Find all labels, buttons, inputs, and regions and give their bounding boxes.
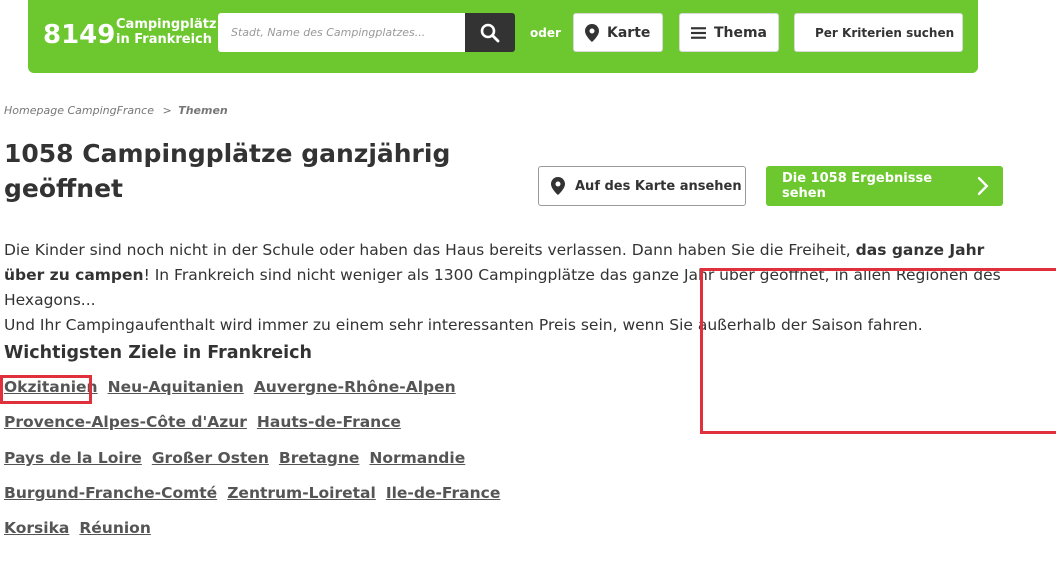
view-on-map-label: Auf des Karte ansehen <box>575 178 742 194</box>
region-link-normandie[interactable]: Normandie <box>369 449 465 467</box>
criteria-search-button[interactable]: Per Kriterien suchen <box>794 13 963 52</box>
map-button-label: Karte <box>607 24 651 41</box>
region-link-neu-aquitanien[interactable]: Neu-Aquitanien <box>108 378 244 396</box>
campsite-count-label: Campingplätz in Frankreich <box>116 17 217 47</box>
map-button[interactable]: Karte <box>573 13 663 52</box>
region-link-korsika[interactable]: Korsika <box>4 519 69 537</box>
map-pin-icon <box>585 23 599 42</box>
map-pin-icon <box>551 177 565 195</box>
breadcrumb-separator: > <box>162 104 172 117</box>
region-link-burgund[interactable]: Burgund-Franche-Comté <box>4 484 217 502</box>
destinations-row: Provence-Alpes-Côte d'Azur Hauts-de-Fran… <box>4 413 401 431</box>
see-results-label: Die 1058 Ergebnisse sehen <box>782 171 933 201</box>
search-input[interactable] <box>218 13 466 52</box>
header-search-bar: 8149 Campingplätz in Frankreich oder Kar… <box>28 0 978 73</box>
region-link-auvergne-rhone-alpen[interactable]: Auvergne-Rhône-Alpen <box>254 378 456 396</box>
destinations-row: Burgund-Franche-Comté Zentrum-Loiretal I… <box>4 484 500 502</box>
campsite-count: 8149 <box>43 20 116 50</box>
breadcrumb-current: Themen <box>178 104 228 117</box>
chevron-right-icon <box>977 176 989 196</box>
theme-button[interactable]: Thema <box>679 13 779 52</box>
intro-text: Die Kinder sind noch nicht in der Schule… <box>4 241 1001 334</box>
region-link-provence[interactable]: Provence-Alpes-Côte d'Azur <box>4 413 247 431</box>
search-icon <box>480 23 500 42</box>
search-button[interactable] <box>465 13 515 52</box>
see-results-button[interactable]: Die 1058 Ergebnisse sehen <box>766 166 1003 206</box>
breadcrumb-home-link[interactable]: Homepage CampingFrance <box>4 104 154 117</box>
theme-button-label: Thema <box>713 24 767 41</box>
region-link-pays-de-la-loire[interactable]: Pays de la Loire <box>4 449 142 467</box>
criteria-button-label: Per Kriterien suchen <box>815 25 955 40</box>
page-title: 1058 Campingplätze ganzjährig geöffnet <box>4 139 451 203</box>
region-link-hauts-de-france[interactable]: Hauts-de-France <box>257 413 401 431</box>
destinations-heading: Wichtigsten Ziele in Frankreich <box>4 343 312 363</box>
region-link-grosser-osten[interactable]: Großer Osten <box>152 449 269 467</box>
destinations-row: Korsika Réunion <box>4 519 151 537</box>
region-link-reunion[interactable]: Réunion <box>79 519 151 537</box>
destinations-row: Pays de la Loire Großer Osten Bretagne N… <box>4 449 465 467</box>
breadcrumb: Homepage CampingFrance > Themen <box>4 104 228 117</box>
hamburger-icon <box>691 26 706 39</box>
region-link-zentrum-loiretal[interactable]: Zentrum-Loiretal <box>227 484 376 502</box>
region-link-bretagne[interactable]: Bretagne <box>279 449 359 467</box>
region-link-ile-de-france[interactable]: Ile-de-France <box>386 484 501 502</box>
view-on-map-button[interactable]: Auf des Karte ansehen <box>538 166 746 206</box>
region-link-okzitanien[interactable]: Okzitanien <box>4 378 98 396</box>
destinations-row: Okzitanien Neu-Aquitanien Auvergne-Rhône… <box>4 378 456 396</box>
or-label: oder <box>530 26 561 40</box>
